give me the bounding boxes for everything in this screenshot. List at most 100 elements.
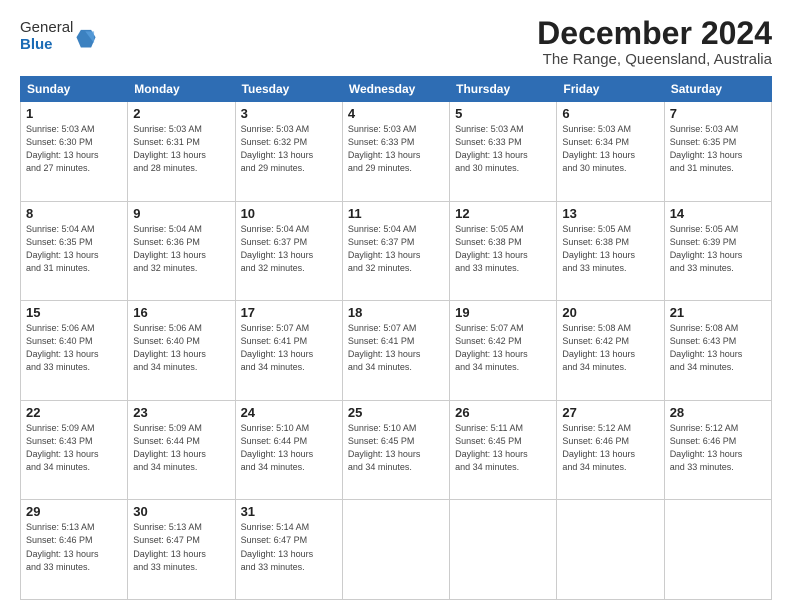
day-info: Sunrise: 5:10 AM Sunset: 6:45 PM Dayligh…	[348, 422, 444, 474]
calendar-cell: 10 Sunrise: 5:04 AM Sunset: 6:37 PM Dayli…	[235, 201, 342, 301]
day-number: 1	[26, 106, 122, 121]
day-number: 26	[455, 405, 551, 420]
logo-text: General Blue	[20, 20, 73, 53]
calendar-cell: 22 Sunrise: 5:09 AM Sunset: 6:43 PM Dayli…	[21, 400, 128, 500]
day-info: Sunrise: 5:03 AM Sunset: 6:31 PM Dayligh…	[133, 123, 229, 175]
day-number: 24	[241, 405, 337, 420]
col-monday: Monday	[128, 77, 235, 102]
calendar-cell	[557, 500, 664, 600]
day-number: 20	[562, 305, 658, 320]
day-info: Sunrise: 5:06 AM Sunset: 6:40 PM Dayligh…	[26, 322, 122, 374]
calendar-cell: 1 Sunrise: 5:03 AM Sunset: 6:30 PM Daylig…	[21, 102, 128, 202]
calendar-cell: 23Sunrise: 5:09 AM Sunset: 6:44 PM Dayli…	[128, 400, 235, 500]
day-info: Sunrise: 5:03 AM Sunset: 6:33 PM Dayligh…	[455, 123, 551, 175]
day-info: Sunrise: 5:03 AM Sunset: 6:33 PM Dayligh…	[348, 123, 444, 175]
day-info: Sunrise: 5:07 AM Sunset: 6:41 PM Dayligh…	[348, 322, 444, 374]
page: General Blue December 2024 The Range, Qu…	[0, 0, 792, 612]
day-info: Sunrise: 5:13 AM Sunset: 6:47 PM Dayligh…	[133, 521, 229, 573]
calendar-cell: 2 Sunrise: 5:03 AM Sunset: 6:31 PM Daylig…	[128, 102, 235, 202]
col-saturday: Saturday	[664, 77, 771, 102]
day-info: Sunrise: 5:06 AM Sunset: 6:40 PM Dayligh…	[133, 322, 229, 374]
day-number: 15	[26, 305, 122, 320]
col-sunday: Sunday	[21, 77, 128, 102]
day-info: Sunrise: 5:14 AM Sunset: 6:47 PM Dayligh…	[241, 521, 337, 573]
day-number: 10	[241, 206, 337, 221]
calendar-cell: 20 Sunrise: 5:08 AM Sunset: 6:42 PM Dayli…	[557, 301, 664, 401]
day-info: Sunrise: 5:08 AM Sunset: 6:43 PM Dayligh…	[670, 322, 766, 374]
day-number: 17	[241, 305, 337, 320]
week-row-4: 22 Sunrise: 5:09 AM Sunset: 6:43 PM Dayli…	[21, 400, 772, 500]
calendar-cell	[342, 500, 449, 600]
calendar-cell: 31 Sunrise: 5:14 AM Sunset: 6:47 PM Dayli…	[235, 500, 342, 600]
col-tuesday: Tuesday	[235, 77, 342, 102]
calendar-cell: 7 Sunrise: 5:03 AM Sunset: 6:35 PM Daylig…	[664, 102, 771, 202]
calendar-cell: 29 Sunrise: 5:13 AM Sunset: 6:46 PM Dayli…	[21, 500, 128, 600]
calendar-cell: 11 Sunrise: 5:04 AM Sunset: 6:37 PM Dayli…	[342, 201, 449, 301]
day-number: 22	[26, 405, 122, 420]
day-number: 9	[133, 206, 229, 221]
day-number: 4	[348, 106, 444, 121]
day-info: Sunrise: 5:11 AM Sunset: 6:45 PM Dayligh…	[455, 422, 551, 474]
logo: General Blue	[20, 20, 97, 53]
calendar-cell: 19Sunrise: 5:07 AM Sunset: 6:42 PM Dayli…	[450, 301, 557, 401]
day-number: 30	[133, 504, 229, 519]
day-number: 21	[670, 305, 766, 320]
title-area: December 2024 The Range, Queensland, Aus…	[537, 16, 772, 68]
day-info: Sunrise: 5:03 AM Sunset: 6:30 PM Dayligh…	[26, 123, 122, 175]
logo-general: General	[20, 20, 73, 37]
day-number: 5	[455, 106, 551, 121]
day-info: Sunrise: 5:05 AM Sunset: 6:38 PM Dayligh…	[562, 223, 658, 275]
logo-blue: Blue	[20, 37, 73, 54]
calendar-cell: 24Sunrise: 5:10 AM Sunset: 6:44 PM Dayli…	[235, 400, 342, 500]
main-title: December 2024	[537, 16, 772, 51]
day-info: Sunrise: 5:05 AM Sunset: 6:38 PM Dayligh…	[455, 223, 551, 275]
day-info: Sunrise: 5:09 AM Sunset: 6:43 PM Dayligh…	[26, 422, 122, 474]
day-info: Sunrise: 5:03 AM Sunset: 6:34 PM Dayligh…	[562, 123, 658, 175]
calendar-cell: 28Sunrise: 5:12 AM Sunset: 6:46 PM Dayli…	[664, 400, 771, 500]
calendar-cell: 3 Sunrise: 5:03 AM Sunset: 6:32 PM Daylig…	[235, 102, 342, 202]
calendar-table: Sunday Monday Tuesday Wednesday Thursday…	[20, 76, 772, 600]
day-info: Sunrise: 5:05 AM Sunset: 6:39 PM Dayligh…	[670, 223, 766, 275]
calendar-cell: 14 Sunrise: 5:05 AM Sunset: 6:39 PM Dayli…	[664, 201, 771, 301]
day-number: 3	[241, 106, 337, 121]
week-row-2: 8Sunrise: 5:04 AM Sunset: 6:35 PM Daylig…	[21, 201, 772, 301]
calendar-cell: 5 Sunrise: 5:03 AM Sunset: 6:33 PM Daylig…	[450, 102, 557, 202]
calendar-cell: 9Sunrise: 5:04 AM Sunset: 6:36 PM Daylig…	[128, 201, 235, 301]
day-info: Sunrise: 5:08 AM Sunset: 6:42 PM Dayligh…	[562, 322, 658, 374]
day-number: 11	[348, 206, 444, 221]
week-row-3: 15 Sunrise: 5:06 AM Sunset: 6:40 PM Dayli…	[21, 301, 772, 401]
calendar-cell: 13Sunrise: 5:05 AM Sunset: 6:38 PM Dayli…	[557, 201, 664, 301]
calendar-cell	[664, 500, 771, 600]
day-info: Sunrise: 5:09 AM Sunset: 6:44 PM Dayligh…	[133, 422, 229, 474]
day-number: 18	[348, 305, 444, 320]
day-number: 14	[670, 206, 766, 221]
logo-icon	[75, 27, 97, 49]
day-number: 25	[348, 405, 444, 420]
day-info: Sunrise: 5:04 AM Sunset: 6:37 PM Dayligh…	[241, 223, 337, 275]
day-number: 16	[133, 305, 229, 320]
day-info: Sunrise: 5:03 AM Sunset: 6:32 PM Dayligh…	[241, 123, 337, 175]
day-info: Sunrise: 5:04 AM Sunset: 6:35 PM Dayligh…	[26, 223, 122, 275]
calendar-cell: 25 Sunrise: 5:10 AM Sunset: 6:45 PM Dayli…	[342, 400, 449, 500]
day-info: Sunrise: 5:07 AM Sunset: 6:42 PM Dayligh…	[455, 322, 551, 374]
subtitle: The Range, Queensland, Australia	[537, 51, 772, 68]
calendar-cell: 18 Sunrise: 5:07 AM Sunset: 6:41 PM Dayli…	[342, 301, 449, 401]
day-info: Sunrise: 5:03 AM Sunset: 6:35 PM Dayligh…	[670, 123, 766, 175]
day-info: Sunrise: 5:13 AM Sunset: 6:46 PM Dayligh…	[26, 521, 122, 573]
day-number: 29	[26, 504, 122, 519]
day-number: 6	[562, 106, 658, 121]
day-number: 7	[670, 106, 766, 121]
day-number: 31	[241, 504, 337, 519]
col-wednesday: Wednesday	[342, 77, 449, 102]
calendar-cell: 17Sunrise: 5:07 AM Sunset: 6:41 PM Dayli…	[235, 301, 342, 401]
day-number: 12	[455, 206, 551, 221]
calendar-cell: 27Sunrise: 5:12 AM Sunset: 6:46 PM Dayli…	[557, 400, 664, 500]
col-friday: Friday	[557, 77, 664, 102]
calendar-cell: 15 Sunrise: 5:06 AM Sunset: 6:40 PM Dayli…	[21, 301, 128, 401]
calendar-cell: 6 Sunrise: 5:03 AM Sunset: 6:34 PM Daylig…	[557, 102, 664, 202]
calendar-cell: 12 Sunrise: 5:05 AM Sunset: 6:38 PM Dayli…	[450, 201, 557, 301]
header-row: Sunday Monday Tuesday Wednesday Thursday…	[21, 77, 772, 102]
col-thursday: Thursday	[450, 77, 557, 102]
day-number: 2	[133, 106, 229, 121]
day-info: Sunrise: 5:04 AM Sunset: 6:37 PM Dayligh…	[348, 223, 444, 275]
